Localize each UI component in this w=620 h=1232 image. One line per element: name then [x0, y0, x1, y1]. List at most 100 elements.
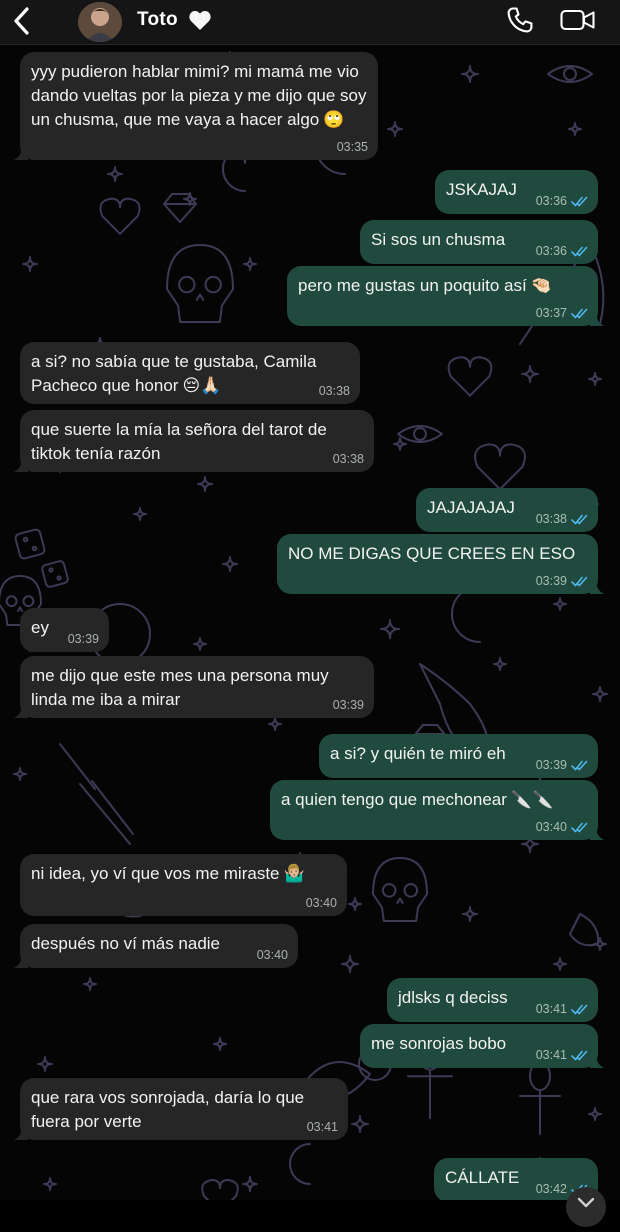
star-doodle [521, 365, 539, 383]
message-text: después no ví más nadie [31, 934, 221, 953]
skull-eye [403, 883, 419, 898]
incoming-message-bubble[interactable]: a si? no sabía que te gustaba, Camila Pa… [20, 342, 360, 404]
contact-avatar[interactable] [78, 2, 122, 42]
message-meta: 03:39 [536, 574, 588, 588]
incoming-message-bubble[interactable]: me dijo que este mes una persona muy lin… [14, 656, 374, 718]
dice-pip [31, 545, 38, 552]
message-timestamp: 03:39 [535, 758, 567, 772]
dice-doodle [14, 528, 46, 560]
dice-doodle [41, 560, 69, 588]
phone-icon[interactable] [506, 6, 534, 34]
chevron-down-icon [577, 1197, 595, 1208]
double-check-icon [571, 1004, 588, 1014]
star-doodle [568, 122, 582, 136]
incoming-message-bubble[interactable]: que rara vos sonrojada, daría lo que fue… [14, 1078, 348, 1140]
message-timestamp: 03:41 [535, 1048, 567, 1062]
heart-doodle [447, 356, 493, 397]
message-meta: 03:35 [337, 140, 368, 154]
bubble-tail [14, 1126, 28, 1140]
dice-pip [22, 536, 29, 543]
outgoing-message-bubble[interactable]: a si? y quién te miró eh 03:39 [319, 734, 598, 778]
skull-eye [22, 595, 35, 608]
message-meta: 03:40 [536, 820, 588, 834]
star-doodle [588, 372, 602, 386]
message-timestamp: 03:39 [332, 698, 364, 712]
star-doodle [348, 897, 362, 911]
message-timestamp: 03:39 [67, 632, 99, 646]
incoming-message-bubble[interactable]: yyy pudieron hablar mimi? mi mamá me vio… [14, 52, 378, 160]
message-timestamp: 03:40 [535, 820, 567, 834]
skull-doodle [372, 857, 428, 922]
message-meta: 03:38 [333, 452, 364, 466]
message-emoji: 🙄 [323, 110, 345, 129]
star-doodle [351, 1115, 369, 1133]
incoming-message-bubble[interactable]: ni idea, yo ví que vos me miraste 🤷🏼‍♂️ 03… [20, 854, 347, 916]
message-text: me dijo que este mes una persona muy lin… [31, 666, 329, 709]
bubble-tail [590, 826, 604, 840]
star-doodle [133, 507, 147, 521]
dagger-doodle [59, 743, 134, 845]
message-timestamp: 03:38 [535, 512, 567, 526]
outgoing-message-bubble[interactable]: NO ME DIGAS QUE CREES EN ESO 03:39 [277, 534, 604, 594]
double-check-icon [571, 196, 588, 206]
skull-nose [16, 606, 24, 612]
heart-doodle [474, 443, 526, 491]
message-timestamp: 03:42 [535, 1182, 567, 1196]
star-doodle [461, 65, 479, 83]
skull-nose [195, 293, 205, 301]
bubble-tail [590, 580, 604, 594]
star-doodle [43, 1177, 57, 1191]
message-text: jdlsks q deciss [398, 988, 508, 1007]
incoming-message-bubble[interactable]: después no ví más nadie 03:40 [14, 924, 298, 968]
message-timestamp: 03:41 [535, 1002, 567, 1016]
star-doodle [222, 556, 238, 572]
star-doodle [213, 1037, 227, 1051]
double-check-icon [571, 246, 588, 256]
outgoing-message-bubble[interactable]: pero me gustas un poquito así 🤏🏻 03:37 [287, 266, 604, 326]
outgoing-message-bubble[interactable]: JSKAJAJ 03:36 [435, 170, 598, 214]
dice-pip [48, 567, 54, 573]
message-meta: 03:40 [306, 896, 337, 910]
message-text: yyy pudieron hablar mimi? mi mamá me vio… [31, 62, 367, 129]
double-check-icon [571, 308, 588, 318]
message-meta: 03:38 [536, 512, 588, 526]
outgoing-message-bubble[interactable]: me sonrojas bobo 03:41 [360, 1024, 604, 1068]
message-emoji: 🤷🏼‍♂️ [283, 864, 305, 883]
message-timestamp: 03:37 [535, 306, 567, 320]
chat-header: Toto [0, 0, 620, 45]
message-meta: 03:41 [307, 1120, 338, 1134]
contact-name[interactable]: Toto [137, 9, 178, 31]
message-timestamp: 03:36 [535, 194, 567, 208]
outgoing-message-bubble[interactable]: JAJAJAJAJ 03:38 [416, 488, 598, 532]
message-timestamp: 03:40 [305, 896, 337, 910]
heart-doodle [99, 197, 141, 235]
message-meta: 03:39 [536, 758, 588, 772]
incoming-message-bubble[interactable]: que suerte la mía la señora del tarot de… [14, 410, 374, 472]
star-doodle [592, 686, 608, 702]
outgoing-message-bubble[interactable]: a quien tengo que mechonear 🔪🔪 03:40 [270, 780, 604, 840]
star-doodle [242, 1176, 258, 1192]
chat-area[interactable]: yyy pudieron hablar mimi? mi mamá me vio… [0, 44, 620, 1200]
eye-pupil [413, 427, 427, 441]
message-text: JSKAJAJ [446, 180, 517, 199]
message-meta: 03:39 [333, 698, 364, 712]
incoming-message-bubble[interactable]: ey 03:39 [20, 608, 109, 652]
star-doodle [13, 767, 27, 781]
message-text: ey [31, 618, 49, 637]
star-doodle [243, 257, 257, 271]
scroll-to-bottom-button[interactable] [566, 1187, 606, 1227]
message-text: a quien tengo que mechonear [281, 790, 507, 809]
message-meta: 03:38 [319, 384, 350, 398]
bubble-tail [590, 1054, 604, 1068]
outgoing-message-bubble[interactable]: Si sos un chusma 03:36 [360, 220, 598, 264]
star-doodle [393, 437, 407, 451]
star-doodle [22, 256, 38, 272]
message-meta: 03:41 [536, 1048, 588, 1062]
outgoing-message-bubble[interactable]: jdlsks q deciss 03:41 [387, 978, 598, 1022]
skull-eye [381, 883, 397, 898]
back-chevron-icon[interactable] [8, 4, 36, 38]
moon-doodle [289, 1143, 311, 1185]
video-camera-icon[interactable] [560, 8, 596, 32]
skull-eye [204, 275, 222, 294]
message-timestamp: 03:40 [256, 948, 288, 962]
